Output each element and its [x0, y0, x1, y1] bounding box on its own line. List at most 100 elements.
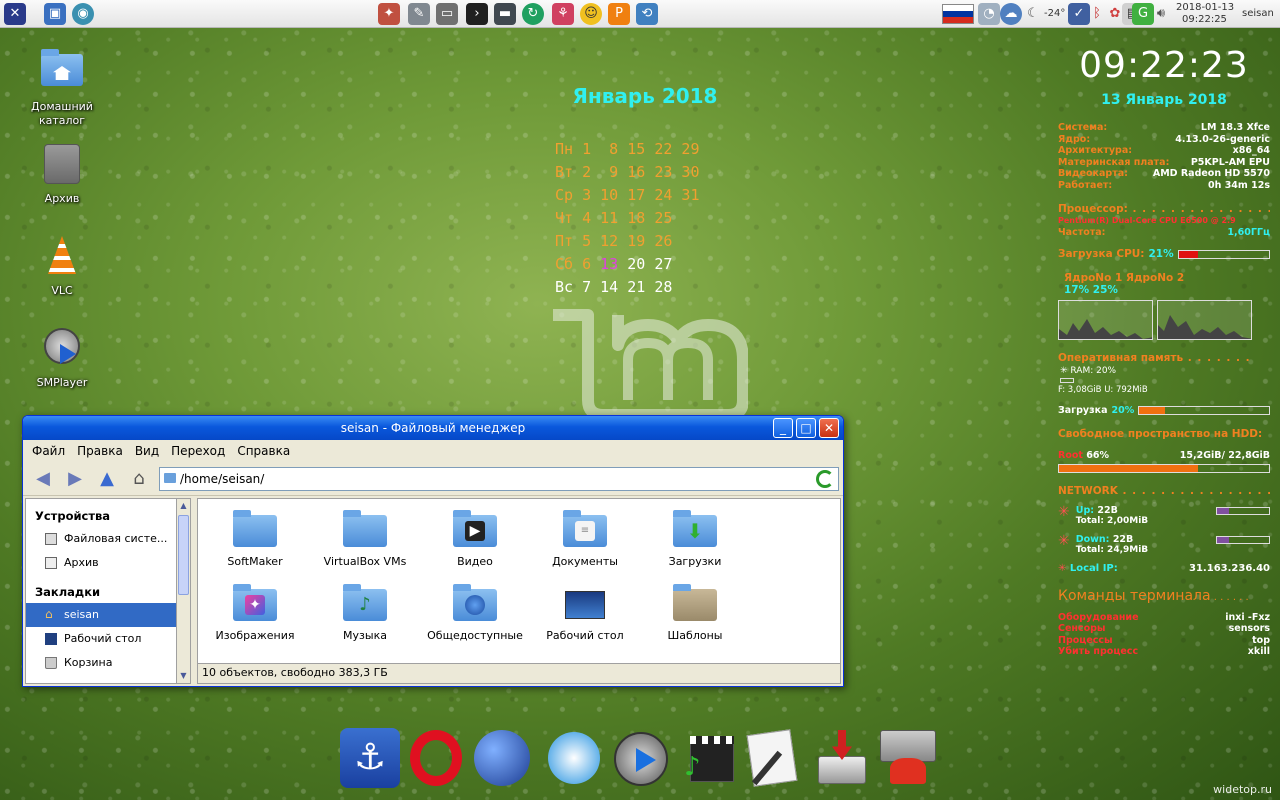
network-heading: NETWORK . . . . . . . . . . . . . . . .	[1058, 484, 1270, 497]
p-app-icon[interactable]: P	[608, 3, 630, 25]
opera-icon[interactable]	[406, 728, 466, 788]
globe-icon[interactable]	[472, 728, 532, 788]
menu-help[interactable]: Справка	[237, 444, 290, 458]
conky-clock: 09:22:23	[1079, 45, 1249, 86]
calendar-row: Пт 5 12 19 26	[555, 232, 673, 250]
sidebar-item-desktop[interactable]: Рабочий стол	[26, 627, 176, 651]
documents-folder-icon: ≡	[563, 509, 607, 549]
network-globe-icon[interactable]: ◉	[72, 3, 94, 25]
sidebar-item-trash[interactable]: Корзина	[26, 651, 176, 675]
file-item[interactable]: SoftMaker	[200, 509, 310, 568]
hdd-heading: Свободное пространство на HDD:	[1058, 428, 1263, 440]
cpu-load-row: Загрузка CPU: 21%	[1058, 248, 1270, 260]
volume-icon[interactable]: 🔊︎	[1150, 3, 1172, 25]
terminal-commands-heading: Команды терминала . . . . . .	[1058, 587, 1249, 604]
update-icon[interactable]: ↻	[522, 3, 544, 25]
menu-edit[interactable]: Правка	[77, 444, 123, 458]
close-button[interactable]: ✕	[819, 418, 839, 438]
home-icon: ⌂	[45, 607, 53, 621]
russian-flag-icon[interactable]	[942, 4, 974, 24]
menu-file[interactable]: Файл	[32, 444, 65, 458]
back-arrow-icon[interactable]: ◀	[31, 467, 55, 491]
desktop-icon-smplayer[interactable]: SMPlayer	[14, 324, 110, 390]
media-player-icon[interactable]	[612, 728, 672, 788]
bird-icon[interactable]	[544, 728, 604, 788]
archive-manager-icon[interactable]	[878, 728, 938, 788]
minimize-button[interactable]: _	[773, 418, 793, 438]
show-desktop-icon[interactable]: ▣	[44, 3, 66, 25]
toolbar: ◀ ▶ ▲ ⌂ /home/seisan/	[23, 462, 843, 496]
monitor-icon[interactable]: ▬	[494, 3, 516, 25]
clapperboard-icon[interactable]: ♪	[680, 728, 740, 788]
ip-star-icon: ✳	[1058, 562, 1067, 574]
file-item[interactable]: ♪ Музыка	[310, 583, 420, 642]
cpu-frequency: Частота: 1,60ГГц	[1058, 226, 1270, 238]
sidebar-item-archive[interactable]: Архив	[26, 551, 176, 575]
ram-heading: Оперативная память . . . . . . .	[1058, 352, 1251, 364]
processor-heading: Процессор: . . . . . . . . . . . . . . .	[1058, 203, 1270, 215]
cleaner-icon[interactable]: ⚘	[552, 3, 574, 25]
location-bar[interactable]: /home/seisan/	[159, 466, 839, 491]
conky-date: 13 Январь 2018	[1101, 92, 1227, 108]
terminal-icon[interactable]: ›	[466, 3, 488, 25]
file-item[interactable]: Шаблоны	[640, 583, 750, 642]
file-item[interactable]: Рабочий стол	[530, 583, 640, 642]
window-titlebar[interactable]: seisan - Файловый менеджер _ □ ✕	[23, 416, 843, 440]
file-item[interactable]: ⬇ Загрузки	[640, 509, 750, 568]
installer-icon[interactable]	[812, 728, 872, 788]
panel-date[interactable]: 2018-01-13	[1176, 2, 1234, 13]
status-bar: 10 объектов, свободно 383,3 ГБ	[198, 663, 840, 683]
drive-icon	[45, 557, 57, 569]
file-item[interactable]: ▶ Видео	[420, 509, 530, 568]
up-arrow-icon[interactable]: ▲	[95, 467, 119, 491]
whisker-menu-icon[interactable]: ✕	[4, 3, 26, 25]
location-path: /home/seisan/	[180, 471, 265, 486]
sys-row: Ядро: 4.13.0-26-generic	[1058, 133, 1270, 145]
top-panel: ✕ ▣ ◉ ✦ ✎ ▭ › ▬ ↻ ⚘ ☺ P ⟲ ◔ ☁ ☾ -24° ✓ ᛒ…	[0, 0, 1280, 28]
watermark: widetop.ru	[1213, 783, 1272, 796]
anchor-icon[interactable]: ⚓	[340, 728, 400, 788]
cores-block: ЯдроNo 1 ЯдроNo 2 17% 25%	[1064, 272, 1185, 296]
command-row: Оборудование inxi -Fxz	[1058, 611, 1270, 623]
text-editor-icon[interactable]	[744, 728, 804, 788]
panel-time[interactable]: 09:22:25	[1182, 14, 1227, 25]
sidebar-item-filesystem[interactable]: Файловая систе...	[26, 527, 176, 551]
package-icon[interactable]: ✦	[378, 3, 400, 25]
desktop-icon-vlc[interactable]: VLC	[14, 232, 110, 298]
file-item[interactable]: VirtualBox VMs	[310, 509, 420, 568]
upload-graph	[1216, 506, 1270, 515]
reload-icon[interactable]	[816, 469, 834, 488]
command-row: Сенсоры sensors	[1058, 623, 1270, 634]
calendar-row: Вс 7 14 21 28	[555, 278, 673, 296]
download-block: ✳ Down: 22B Total: 24,9MiB	[1058, 534, 1270, 555]
root-usage-fill	[1059, 464, 1198, 472]
desktop-icon-archive[interactable]: Архив	[14, 140, 110, 206]
network-status-icon[interactable]: ◔	[978, 3, 1000, 25]
maximize-button[interactable]: □	[796, 418, 816, 438]
file-item[interactable]: ✦ Изображения	[200, 583, 310, 642]
download-graph	[1216, 535, 1270, 544]
smplayer-icon	[38, 324, 86, 372]
menu-go[interactable]: Переход	[171, 444, 225, 458]
calendar-widget: Январь 2018 Пн 1 8 15 22 29 Вт 2 9 16 23…	[555, 84, 735, 299]
downloads-folder-icon: ⬇	[673, 509, 717, 549]
sidebar-scrollbar[interactable]: ▲ ▼	[177, 498, 191, 684]
download-star-icon: ✳	[1058, 532, 1070, 549]
desktop-icon-home[interactable]: Домашний каталог	[14, 48, 110, 128]
menu-view[interactable]: Вид	[135, 444, 159, 458]
file-item[interactable]: Общедоступные	[420, 583, 530, 642]
cpu-load-bar	[1177, 249, 1270, 259]
sidebar-item-seisan[interactable]: ⌂ seisan	[26, 603, 176, 627]
smiley-icon[interactable]: ☺	[580, 3, 602, 25]
ram-load-row: Загрузка 20%	[1058, 405, 1270, 416]
forward-arrow-icon[interactable]: ▶	[63, 467, 87, 491]
bookmarks-heading: Закладки	[35, 585, 101, 599]
pictures-folder-icon: ✦	[233, 583, 277, 623]
tools-icon[interactable]: ✎	[408, 3, 430, 25]
file-item[interactable]: ≡ Документы	[530, 509, 640, 568]
refresh-arrows-icon[interactable]: ⟲	[636, 3, 658, 25]
drive-icon[interactable]: ▭	[436, 3, 458, 25]
weather-icon[interactable]: ☁	[1000, 3, 1022, 25]
home-icon[interactable]: ⌂	[127, 467, 151, 491]
panel-user[interactable]: seisan	[1242, 8, 1274, 19]
